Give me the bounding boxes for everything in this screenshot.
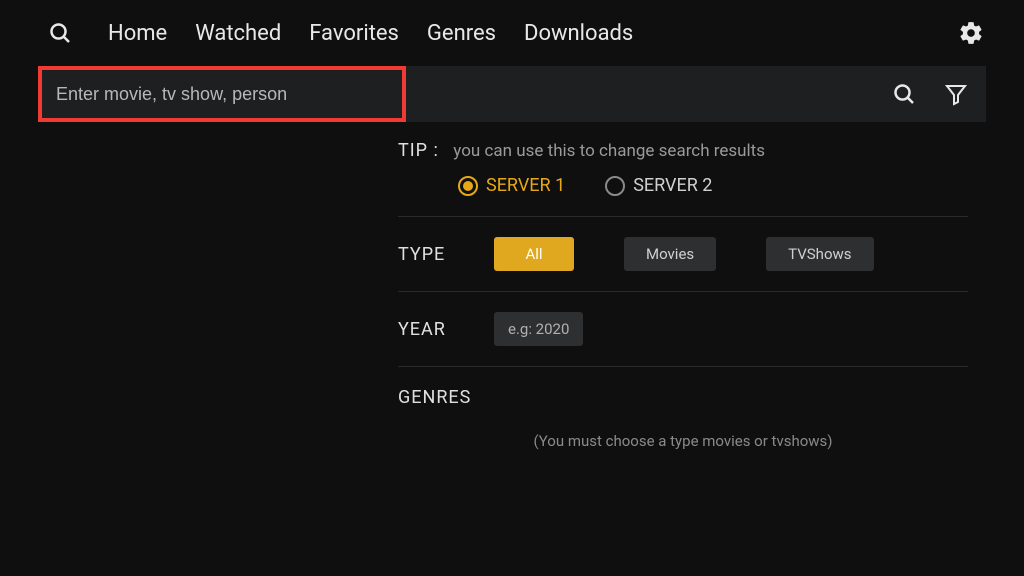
genres-note: (You must choose a type movies or tvshow… (398, 432, 968, 450)
type-all-button[interactable]: All (494, 237, 574, 271)
divider (398, 291, 968, 292)
nav-genres[interactable]: Genres (427, 21, 496, 46)
type-row: TYPE All Movies TVShows (398, 237, 968, 271)
nav-home[interactable]: Home (108, 21, 167, 46)
nav-watched[interactable]: Watched (195, 21, 281, 46)
server-row: SERVER 1 SERVER 2 (458, 175, 968, 196)
tip-label: TIP : (398, 140, 439, 161)
search-input[interactable] (56, 84, 388, 105)
search-submit-icon[interactable] (892, 82, 916, 106)
tip-text: you can use this to change search result… (453, 141, 765, 161)
nav-favorites[interactable]: Favorites (309, 21, 399, 46)
server-2-radio[interactable]: SERVER 2 (605, 175, 712, 196)
filter-panel: TIP : you can use this to change search … (398, 140, 968, 450)
divider (398, 216, 968, 217)
gear-icon[interactable] (958, 20, 984, 46)
top-nav: Home Watched Favorites Genres Downloads (0, 0, 1024, 66)
genres-row: GENRES (398, 387, 968, 408)
year-input[interactable]: e.g: 2020 (494, 312, 583, 346)
search-input-highlight (38, 66, 406, 122)
type-tvshows-button[interactable]: TVShows (766, 237, 873, 271)
type-movies-button[interactable]: Movies (624, 237, 716, 271)
genres-label: GENRES (398, 387, 494, 408)
search-icon[interactable] (48, 21, 72, 45)
year-row: YEAR e.g: 2020 (398, 312, 968, 346)
type-label: TYPE (398, 244, 494, 265)
tip-line: TIP : you can use this to change search … (398, 140, 968, 161)
server-1-radio[interactable]: SERVER 1 (458, 175, 565, 196)
server-1-label: SERVER 1 (486, 175, 565, 196)
divider (398, 366, 968, 367)
filter-icon[interactable] (944, 82, 968, 106)
year-label: YEAR (398, 319, 494, 340)
search-bar (38, 66, 986, 122)
nav-downloads[interactable]: Downloads (524, 21, 633, 46)
server-2-label: SERVER 2 (633, 175, 712, 196)
